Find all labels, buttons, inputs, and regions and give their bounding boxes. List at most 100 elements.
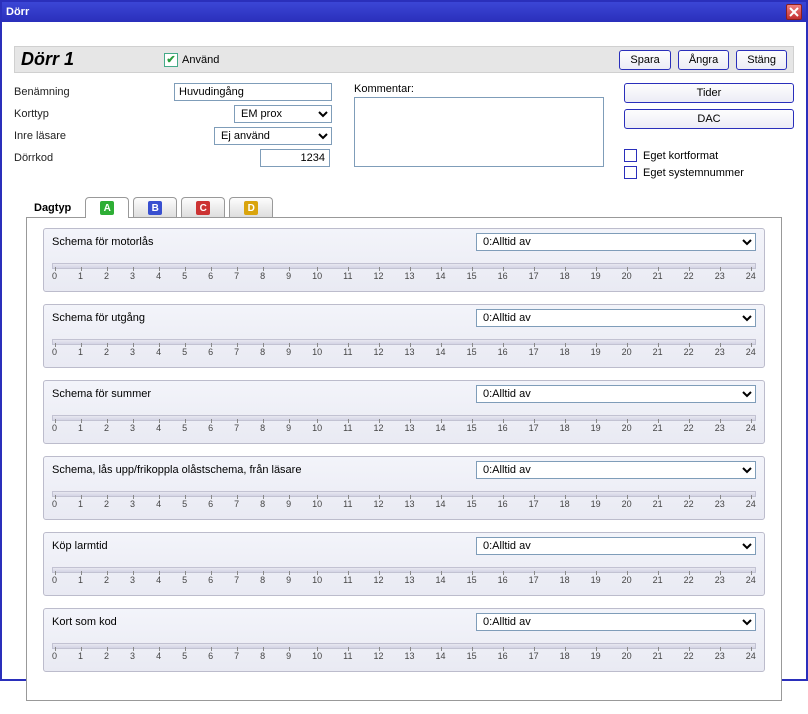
content: Dörr 1 ✔ Använd Spara Ångra Stäng Benämn…: [2, 22, 806, 714]
comment-textarea[interactable]: [354, 97, 604, 167]
timeline[interactable]: 0123456789101112131415161718192021222324: [52, 487, 756, 513]
schedule-header: Kort som kod0:Alltid av: [44, 609, 764, 635]
tick-label: 16: [498, 271, 508, 281]
schedule-select[interactable]: 0:Alltid av: [476, 613, 756, 631]
own-cardformat-checkbox[interactable]: Eget kortformat: [624, 149, 794, 162]
tick-label: 2: [104, 347, 109, 357]
tab-b[interactable]: B: [133, 197, 177, 218]
name-label: Benämning: [14, 86, 174, 98]
tick-label: 14: [436, 499, 446, 509]
schedule-select[interactable]: 0:Alltid av: [476, 233, 756, 251]
tab-c-icon: C: [196, 201, 210, 215]
close-icon[interactable]: [786, 4, 802, 20]
tick-label: 20: [622, 651, 632, 661]
schedule-select[interactable]: 0:Alltid av: [476, 461, 756, 479]
tick-label: 6: [208, 651, 213, 661]
tick-label: 3: [130, 575, 135, 585]
tick-label: 11: [343, 575, 352, 585]
close-button[interactable]: Stäng: [736, 50, 787, 70]
tick-label: 15: [467, 347, 477, 357]
tick-label: 16: [498, 575, 508, 585]
tick-label: 20: [622, 575, 632, 585]
timeline[interactable]: 0123456789101112131415161718192021222324: [52, 639, 756, 665]
tick-label: 23: [715, 423, 725, 433]
tick-label: 13: [405, 499, 415, 509]
tick-label: 20: [622, 271, 632, 281]
schedule-block: Köp larmtid0:Alltid av012345678910111213…: [43, 532, 765, 596]
tick-label: 22: [684, 651, 694, 661]
schedule-select[interactable]: 0:Alltid av: [476, 537, 756, 555]
tick-label: 4: [156, 423, 161, 433]
tick-label: 11: [343, 423, 352, 433]
tick-label: 17: [529, 499, 539, 509]
timeline[interactable]: 0123456789101112131415161718192021222324: [52, 563, 756, 589]
tick-label: 13: [405, 423, 415, 433]
tick-label: 10: [312, 347, 322, 357]
tick-label: 18: [560, 271, 570, 281]
tick-label: 10: [312, 423, 322, 433]
tick-label: 13: [405, 651, 415, 661]
tick-label: 21: [653, 499, 663, 509]
own-systemnumber-checkbox[interactable]: Eget systemnummer: [624, 166, 794, 179]
door-name: Dörr 1: [21, 49, 74, 70]
undo-button[interactable]: Ångra: [678, 50, 729, 70]
header-buttons: Spara Ångra Stäng: [615, 50, 787, 70]
timeline-ticks: 0123456789101112131415161718192021222324: [52, 651, 756, 661]
timeline[interactable]: 0123456789101112131415161718192021222324: [52, 259, 756, 285]
doorcode-input[interactable]: [260, 149, 330, 167]
tick-label: 15: [467, 651, 477, 661]
timeline-ticks: 0123456789101112131415161718192021222324: [52, 499, 756, 509]
timeline[interactable]: 0123456789101112131415161718192021222324: [52, 335, 756, 361]
dac-button[interactable]: DAC: [624, 109, 794, 129]
tick-label: 8: [260, 651, 265, 661]
cardtype-select[interactable]: EM prox: [234, 105, 332, 123]
tick-label: 9: [286, 651, 291, 661]
schedule-label: Köp larmtid: [52, 540, 476, 552]
schedule-block: Schema för summer0:Alltid av012345678910…: [43, 380, 765, 444]
innerreader-select[interactable]: Ej använd: [214, 127, 332, 145]
tick-label: 17: [529, 575, 539, 585]
tick-label: 19: [591, 347, 601, 357]
save-button[interactable]: Spara: [619, 50, 670, 70]
tick-label: 8: [260, 271, 265, 281]
tick-label: 0: [52, 651, 57, 661]
tick-label: 13: [405, 575, 415, 585]
use-checkbox[interactable]: ✔ Använd: [164, 53, 219, 67]
form-area: Benämning Korttyp EM prox Inre läsare Ej…: [14, 83, 794, 179]
tick-label: 1: [78, 423, 83, 433]
tick-label: 7: [234, 499, 239, 509]
tick-label: 7: [234, 423, 239, 433]
right-column: Tider DAC Eget kortformat Eget systemnum…: [624, 83, 794, 179]
tick-label: 0: [52, 499, 57, 509]
timeline[interactable]: 0123456789101112131415161718192021222324: [52, 411, 756, 437]
schedule-select[interactable]: 0:Alltid av: [476, 309, 756, 327]
tick-label: 17: [529, 423, 539, 433]
name-input[interactable]: [174, 83, 332, 101]
tick-label: 24: [746, 271, 756, 281]
times-button[interactable]: Tider: [624, 83, 794, 103]
tick-label: 1: [78, 651, 83, 661]
tick-label: 1: [78, 347, 83, 357]
tick-label: 7: [234, 651, 239, 661]
tick-label: 7: [234, 271, 239, 281]
tick-label: 21: [653, 347, 663, 357]
tick-label: 4: [156, 347, 161, 357]
use-label: Använd: [182, 54, 219, 66]
tick-label: 19: [591, 423, 601, 433]
tick-label: 6: [208, 271, 213, 281]
titlebar: Dörr: [2, 2, 806, 22]
tick-label: 24: [746, 651, 756, 661]
tick-label: 21: [653, 651, 663, 661]
tab-d[interactable]: D: [229, 197, 273, 218]
tick-label: 17: [529, 271, 539, 281]
schedule-block: Schema för motorlås0:Alltid av0123456789…: [43, 228, 765, 292]
tab-a[interactable]: A: [85, 197, 129, 218]
tab-c[interactable]: C: [181, 197, 225, 218]
tick-label: 18: [560, 651, 570, 661]
schedule-select[interactable]: 0:Alltid av: [476, 385, 756, 403]
tick-label: 15: [467, 499, 477, 509]
tick-label: 21: [653, 575, 663, 585]
tick-label: 8: [260, 575, 265, 585]
tick-label: 24: [746, 423, 756, 433]
schedule-label: Schema för motorlås: [52, 236, 476, 248]
